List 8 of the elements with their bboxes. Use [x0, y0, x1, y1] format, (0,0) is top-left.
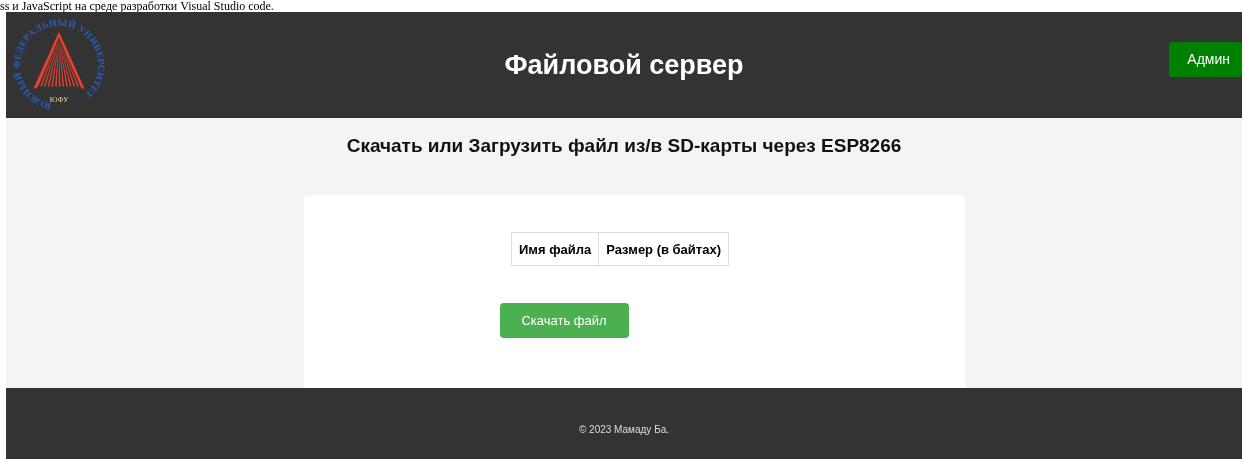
column-header: Имя файла [511, 232, 599, 266]
page-heading: Скачать или Загрузить файл из/в SD-карты через ESP8266 [346, 135, 902, 157]
column-header: Размер (в байтах) [598, 232, 729, 266]
copyright-text: © 2023 Мамаду Ба. [578, 424, 670, 435]
document-text: ss и JavaScript на среде разработки Visual Studio code. [0, 0, 274, 12]
site-title: Файловой сервер [504, 49, 744, 81]
admin-button[interactable]: Админ [1169, 41, 1242, 77]
download-button[interactable]: Скачать файл [499, 303, 629, 338]
